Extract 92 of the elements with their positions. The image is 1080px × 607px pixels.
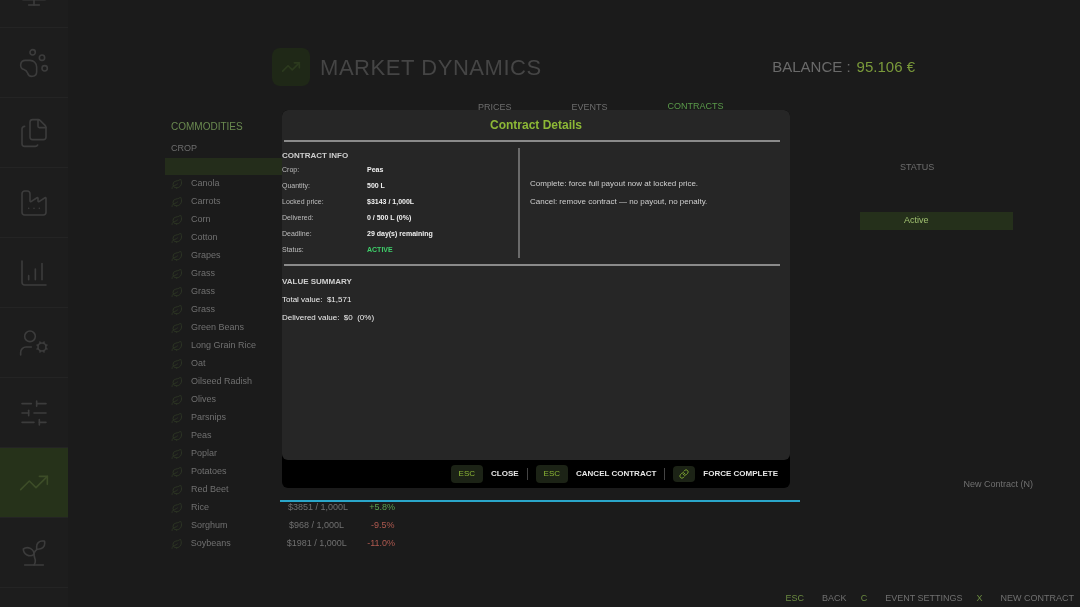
tab[interactable]: EVENTS (571, 100, 608, 115)
documents-icon (18, 116, 50, 149)
price-change: -9.5% (371, 519, 395, 533)
crop-icon (171, 340, 183, 352)
balance-value: 95.106 € (856, 56, 915, 77)
crop-icon (171, 430, 183, 442)
price-change: -11.0% (367, 537, 395, 551)
crop-name: Rice (190, 501, 210, 515)
crop-name: Peas (191, 429, 213, 443)
commodity-row[interactable]: Potatoes (165, 463, 395, 481)
contract-row[interactable]: Active (860, 212, 1013, 230)
status-text: Active (904, 214, 929, 228)
action-label: FORCE COMPLETE (703, 468, 778, 480)
price: $3851 / 1,000L (288, 501, 350, 515)
key-hint: ESC (785, 591, 805, 605)
crop-icon (171, 448, 183, 460)
crop-name: Green Beans (191, 321, 246, 335)
dialog-action[interactable]: ESC CLOSE (450, 465, 519, 483)
footer-action[interactable]: ESC BACK (785, 591, 847, 605)
section-heading: CONTRACT INFO (282, 150, 350, 162)
commodity-row[interactable]: Rice $3851 / 1,000L +5.8% (165, 499, 395, 517)
crop-name: Poplar (191, 447, 218, 461)
crop-name: Long Grain Rice (191, 339, 258, 353)
crop-name: Grass (191, 267, 216, 281)
key-hint: ESC (450, 465, 483, 483)
crop-icon (171, 466, 183, 478)
crop-icon (171, 250, 183, 262)
sidebar-item[interactable] (0, 448, 68, 518)
section-title: COMMODITIES (171, 119, 244, 134)
crop-icon (171, 178, 183, 190)
crop-name: Parsnips (191, 411, 227, 425)
crop-icon (171, 214, 183, 226)
column-header: STATUS (900, 160, 936, 174)
crop-icon (171, 520, 183, 532)
commodity-row[interactable]: Sorghum $968 / 1,000L -9.5% (165, 517, 395, 535)
price-change: +5.8% (369, 501, 395, 515)
key-hint: ESC (535, 465, 569, 483)
help-note: Cancel: remove contract — no payout, no penalty. (530, 196, 708, 208)
crop-icon (171, 376, 183, 388)
crop-icon (171, 196, 183, 208)
crop-name: Oat (191, 357, 207, 371)
summary-line: Total value: $1,571 (282, 294, 353, 306)
action-label: NEW CONTRACT (1000, 591, 1074, 605)
crop-icon (171, 232, 183, 244)
crop-icon (171, 502, 183, 514)
commodity-row[interactable]: Poplar (165, 445, 395, 463)
action-label: CLOSE (491, 468, 519, 480)
dialog-action[interactable]: FORCE COMPLETE (673, 466, 778, 482)
commodity-row[interactable]: Olives (165, 391, 395, 409)
action-label: CANCEL CONTRACT (576, 468, 657, 480)
tab[interactable]: PRICES (478, 100, 512, 115)
crop-name: Grass (191, 285, 216, 299)
dialog-title: Contract Details (490, 117, 582, 134)
summary-line: Delivered value: $0 (0%) (282, 312, 376, 324)
crop-icon (171, 322, 183, 334)
price: $1981 / 1,000L (286, 537, 348, 551)
key-hint: C (860, 591, 868, 605)
crop-name: Red Beet (191, 483, 230, 497)
crop-icon (171, 412, 183, 424)
commodity-row[interactable]: Oilseed Radish (165, 373, 395, 391)
commodity-row[interactable]: Long Grain Rice (165, 337, 395, 355)
link-icon (679, 469, 690, 479)
balance-label: BALANCE : (772, 56, 851, 77)
crop-icon (171, 358, 183, 370)
commodity-row[interactable]: Parsnips (165, 409, 395, 427)
crop-icon (171, 484, 183, 496)
crop-name: Grass (191, 303, 216, 317)
commodity-row[interactable]: Red Beet (165, 481, 395, 499)
crop-name: Soybeans (190, 537, 232, 551)
paw-icon (18, 46, 50, 79)
commodity-row[interactable]: Peas (165, 427, 395, 445)
column-header: CROP (171, 141, 198, 155)
section-heading: VALUE SUMMARY (282, 276, 353, 288)
crop-name: Oilseed Radish (191, 375, 254, 389)
help-note: Complete: force full payout now at locked price. (530, 178, 700, 190)
footer-action[interactable]: X NEW CONTRACT (976, 591, 1074, 605)
crop-icon (171, 394, 183, 406)
price: $968 / 1,000L (289, 519, 346, 533)
crop-name: Olives (191, 393, 217, 407)
action-label: EVENT SETTINGS (885, 591, 963, 605)
crop-icon (171, 286, 183, 298)
crop-name: Potatoes (191, 465, 228, 479)
crop-icon (171, 268, 183, 280)
crop-name: Sorghum (191, 519, 229, 533)
commodity-row[interactable]: Soybeans $1981 / 1,000L -11.0% (165, 535, 395, 553)
key-hint: X (976, 591, 983, 605)
action-label: BACK (822, 591, 847, 605)
new-contract-label: New Contract (N) (963, 478, 1033, 491)
footer-action[interactable]: C EVENT SETTINGS (860, 591, 963, 605)
crop-icon (171, 304, 183, 316)
commodity-row[interactable]: Oat (165, 355, 395, 373)
dialog-action[interactable]: ESC CANCEL CONTRACT (535, 465, 657, 483)
